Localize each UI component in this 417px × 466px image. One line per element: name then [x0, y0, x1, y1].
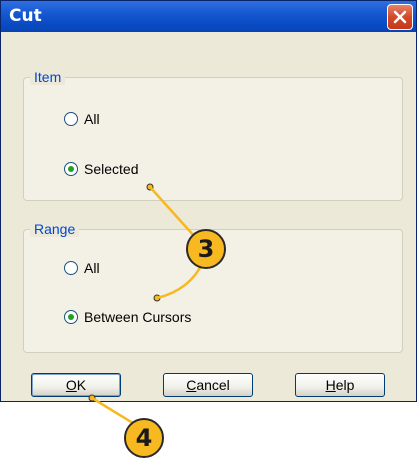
leader-line-selected — [149, 186, 196, 238]
leader-line-between-cursors — [156, 261, 205, 300]
leader-line-ok — [91, 396, 137, 427]
callout-3: 3 — [186, 229, 226, 269]
callout-4: 4 — [124, 418, 164, 458]
